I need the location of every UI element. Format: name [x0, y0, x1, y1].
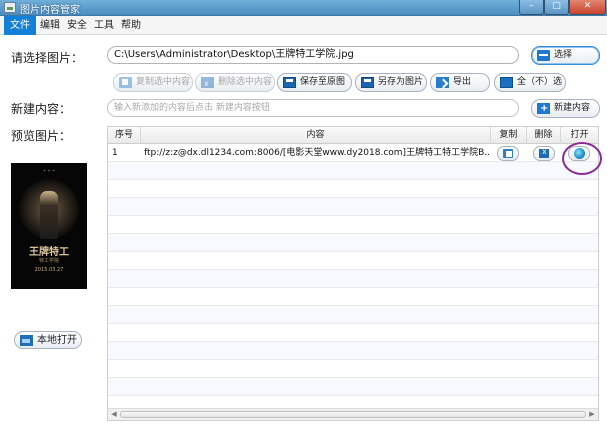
table-row-empty: [108, 216, 598, 234]
delete-selected-button[interactable]: 删除选中内容: [195, 73, 275, 92]
monitor-icon: [500, 77, 513, 88]
copy-selected-label: 复制选中内容: [136, 77, 191, 87]
row-delete-button[interactable]: [533, 146, 555, 161]
new-content-icon: [537, 100, 550, 117]
preview-image: ✦ ✦ ✦ 王牌特工 特工学院 2015.03.27: [11, 163, 87, 289]
select-button[interactable]: 选择: [531, 46, 600, 65]
new-content-label: 新建内容：: [11, 102, 72, 116]
new-content-input[interactable]: 输入新添加的内容后点击 新建内容按钮: [107, 99, 519, 117]
delete-icon: [539, 147, 549, 158]
export-icon: [436, 77, 449, 88]
table-row[interactable]: 1 ftp://z:z@dx.dl1234.com:8006/[电影天堂www.…: [108, 144, 598, 162]
poster-figure: [40, 191, 58, 239]
picture-icon: [20, 335, 33, 346]
table-row-empty: [108, 162, 598, 180]
save-to-original-label: 保存至原图: [300, 77, 346, 87]
select-icon: [537, 50, 550, 61]
table-header: 序号 内容 复制 删除 打开: [108, 127, 598, 144]
export-label: 导出: [453, 77, 472, 87]
copy-icon: [503, 149, 513, 158]
scroll-left-icon[interactable]: ◀: [109, 410, 119, 419]
table-row-empty: [108, 378, 598, 396]
preview-label: 预览图片：: [11, 129, 72, 143]
column-index[interactable]: 序号: [108, 127, 141, 144]
select-image-label: 请选择图片：: [11, 51, 84, 65]
table-row-empty: [108, 180, 598, 198]
delete-selected-label: 删除选中内容: [218, 77, 273, 87]
close-button[interactable]: ✕: [569, 0, 606, 15]
minimize-button[interactable]: –: [519, 0, 544, 15]
menu-bar: 文件 编辑 安全 工具 帮助: [0, 16, 607, 35]
table-row-empty: [108, 342, 598, 360]
table-row-empty: [108, 270, 598, 288]
menu-file[interactable]: 文件: [4, 16, 36, 35]
export-button[interactable]: 导出: [430, 73, 490, 92]
content-table: 序号 内容 复制 删除 打开 1 ftp://z:z@dx.dl1234.com…: [107, 126, 599, 421]
table-row-empty: [108, 198, 598, 216]
horizontal-scrollbar[interactable]: ◀ ▶: [108, 408, 598, 420]
save-to-original-button[interactable]: 保存至原图: [277, 73, 352, 92]
table-row-empty: [108, 252, 598, 270]
window-title: 图片内容管家: [20, 5, 80, 16]
app-icon: [4, 2, 16, 13]
select-all-button[interactable]: 全（不）选: [494, 73, 566, 92]
table-row-empty: [108, 360, 598, 378]
image-path-field[interactable]: C:\Users\Administrator\Desktop\王牌特工学院.jp…: [107, 46, 519, 64]
save-as-image-label: 另存为图片: [378, 77, 424, 87]
table-row-empty: [108, 306, 598, 324]
poster-date: 2015.03.27: [34, 267, 64, 273]
row-copy-button[interactable]: [497, 146, 519, 161]
table-row-empty: [108, 324, 598, 342]
scroll-right-icon[interactable]: ▶: [587, 410, 597, 419]
title-bar: 图片内容管家 – □ ✕: [0, 0, 607, 16]
select-button-label: 选择: [554, 50, 573, 60]
row-index: 1: [112, 148, 118, 158]
poster-subtitle: 特工学院: [38, 258, 59, 264]
save-as-image-button[interactable]: 另存为图片: [355, 73, 427, 92]
poster-title: 王牌特工: [29, 247, 69, 258]
local-open-label: 本地打开: [37, 335, 77, 346]
select-all-label: 全（不）选: [517, 77, 563, 87]
delete-icon: [201, 75, 214, 92]
new-content-button-label: 新建内容: [554, 103, 591, 113]
column-copy[interactable]: 复制: [491, 127, 527, 144]
column-delete[interactable]: 删除: [527, 127, 561, 144]
copy-selected-button[interactable]: 复制选中内容: [113, 73, 193, 92]
poster-top-text: ✦ ✦ ✦: [42, 168, 56, 173]
local-open-button[interactable]: 本地打开: [14, 331, 82, 349]
maximize-button[interactable]: □: [544, 0, 569, 15]
menu-help[interactable]: 帮助: [115, 16, 147, 35]
table-row-empty: [108, 288, 598, 306]
highlight-circle: [562, 142, 602, 175]
new-content-button[interactable]: 新建内容: [531, 99, 600, 118]
copy-icon: [119, 77, 132, 88]
save-as-icon: [361, 77, 374, 88]
column-content[interactable]: 内容: [141, 127, 491, 144]
scroll-thumb[interactable]: [120, 411, 586, 418]
save-icon: [283, 77, 296, 88]
table-row-empty: [108, 234, 598, 252]
row-content: ftp://z:z@dx.dl1234.com:8006/[电影天堂www.dy…: [144, 148, 489, 158]
